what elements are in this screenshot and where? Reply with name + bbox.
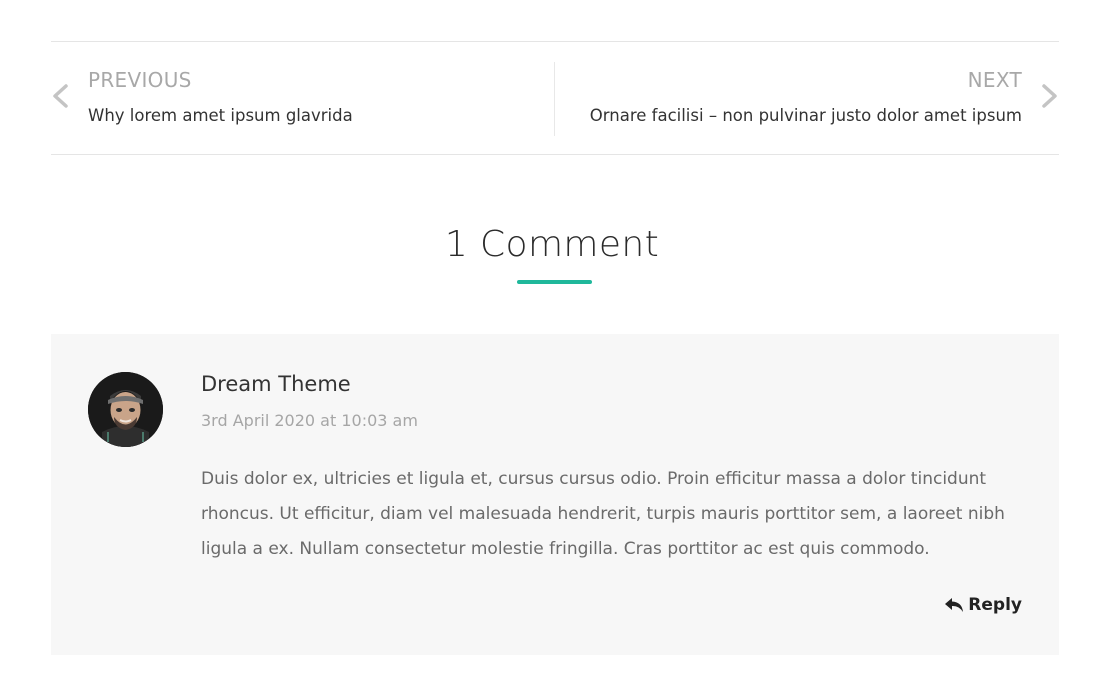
avatar [88, 372, 163, 447]
reply-label: Reply [968, 595, 1022, 615]
previous-label: PREVIOUS [88, 68, 192, 92]
comment-author[interactable]: Dream Theme [201, 372, 351, 396]
post-navigation: PREVIOUS Why lorem amet ipsum glavrida N… [51, 41, 1059, 155]
comment-text: Duis dolor ex, ultricies et ligula et, c… [201, 469, 1005, 559]
comments-title: 1 Comment [444, 224, 660, 265]
next-label: NEXT [967, 68, 1022, 92]
chevron-right-icon [1042, 84, 1057, 108]
next-post-link[interactable]: NEXT Ornare facilisi – non pulvinar just… [559, 42, 1059, 154]
heading-underline [517, 280, 592, 284]
previous-post-link[interactable]: PREVIOUS Why lorem amet ipsum glavrida [51, 42, 551, 154]
previous-post-title[interactable]: Why lorem amet ipsum glavrida [88, 106, 353, 125]
reply-arrow-icon [945, 598, 964, 612]
next-post-title[interactable]: Ornare facilisi – non pulvinar justo dol… [590, 106, 1022, 125]
comment-date[interactable]: 3rd April 2020 at 10:03 am [201, 411, 418, 430]
comment: Dream Theme 3rd April 2020 at 10:03 am D… [51, 334, 1059, 655]
reply-button[interactable]: Reply [944, 595, 1022, 615]
chevron-left-icon [53, 84, 68, 108]
avatar-illustration [88, 372, 163, 447]
nav-divider [554, 62, 555, 136]
